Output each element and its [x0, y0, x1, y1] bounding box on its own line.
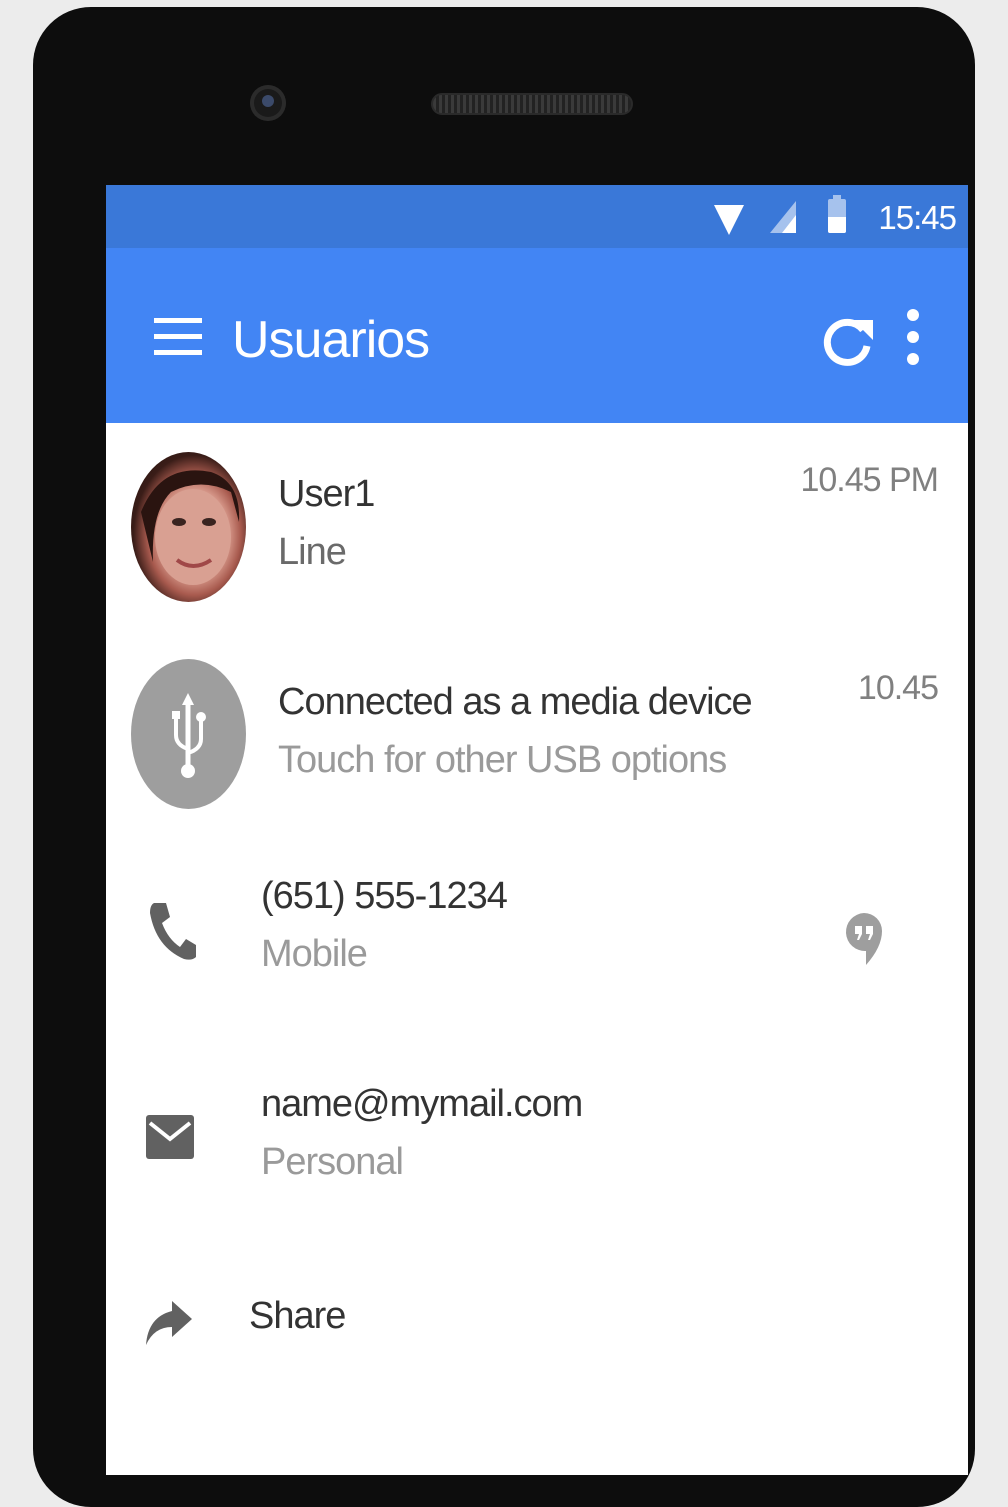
- list-item-user1[interactable]: User1 Line 10.45 PM: [106, 447, 968, 617]
- usb-avatar: [131, 659, 246, 809]
- user-subtitle: Line: [278, 531, 347, 573]
- refresh-icon[interactable]: [821, 312, 875, 372]
- user-photo: [141, 470, 240, 585]
- email-address: name@mymail.com: [261, 1083, 583, 1125]
- email-label: Personal: [261, 1141, 404, 1183]
- list-item-share[interactable]: Share: [106, 1275, 968, 1395]
- phone-frame: 15:45 Usuarios User1 Line 10.45 PM Conne…: [33, 7, 975, 1507]
- phone-label: Mobile: [261, 933, 368, 975]
- phone-icon: [150, 903, 196, 960]
- user-time: 10.45 PM: [800, 461, 939, 499]
- share-icon: [146, 1301, 192, 1345]
- usb-subtitle: Touch for other USB options: [278, 739, 727, 781]
- user-avatar: [131, 452, 246, 602]
- usb-time: 10.45: [857, 669, 939, 707]
- app-bar: Usuarios: [106, 248, 968, 423]
- list-item-phone[interactable]: (651) 555-1234 Mobile: [106, 865, 968, 1025]
- front-camera: [250, 85, 286, 121]
- app-title: Usuarios: [232, 311, 430, 369]
- battery-icon: [828, 195, 846, 233]
- status-time: 15:45: [878, 199, 957, 236]
- more-vert-icon[interactable]: [902, 309, 924, 375]
- list-item-email[interactable]: name@mymail.com Personal: [106, 1075, 968, 1235]
- wifi-icon: [714, 205, 744, 235]
- user-name: User1: [278, 473, 375, 515]
- share-label: Share: [249, 1295, 346, 1337]
- screen: 15:45 Usuarios User1 Line 10.45 PM Conne…: [106, 185, 968, 1475]
- email-icon: [146, 1115, 194, 1159]
- signal-icon: [770, 201, 796, 233]
- menu-icon[interactable]: [154, 318, 202, 358]
- hangouts-icon[interactable]: [844, 911, 884, 971]
- earpiece-speaker: [431, 93, 633, 115]
- status-bar: 15:45: [106, 185, 968, 248]
- usb-icon: [172, 693, 206, 778]
- phone-number: (651) 555-1234: [261, 875, 508, 917]
- list-item-usb-notification[interactable]: Connected as a media device Touch for ot…: [106, 655, 968, 825]
- usb-title: Connected as a media device: [278, 681, 753, 723]
